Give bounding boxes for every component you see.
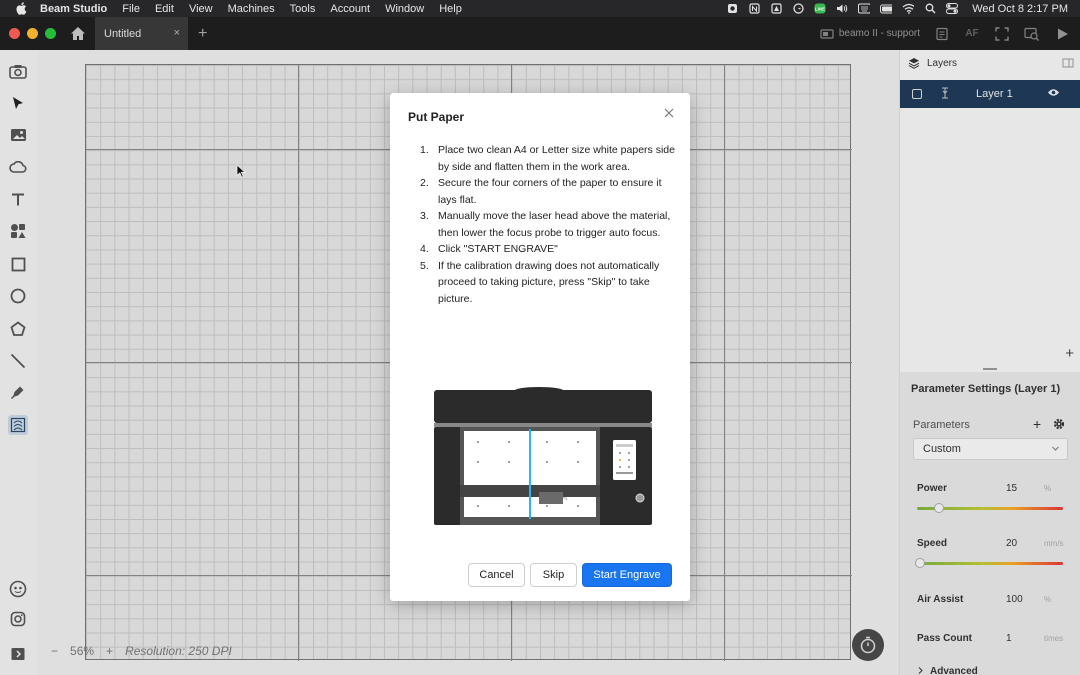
start-engrave-button[interactable]: Start Engrave <box>582 563 672 587</box>
put-paper-dialog: Put Paper 1. Place two clean A4 or Letter… <box>390 93 690 601</box>
instruction-step: 3. Manually move the laser head above the… <box>420 210 671 239</box>
instruction-step: 2. Secure the four corners of the paper t… <box>420 177 662 206</box>
cancel-button[interactable]: Cancel <box>468 563 525 587</box>
dialog-title: Put Paper <box>408 110 465 124</box>
close-icon[interactable] <box>662 106 676 120</box>
instruction-step: 1. Place two clean A4 or Letter size whit… <box>420 144 675 173</box>
instruction-list: 1. Place two clean A4 or Letter size whit… <box>420 142 675 307</box>
instruction-step: 5. If the calibration drawing does not au… <box>420 259 660 305</box>
instruction-step: 4. Click "START ENGRAVE" <box>420 243 558 255</box>
skip-button[interactable]: Skip <box>530 563 577 587</box>
machine-illustration <box>434 387 652 525</box>
